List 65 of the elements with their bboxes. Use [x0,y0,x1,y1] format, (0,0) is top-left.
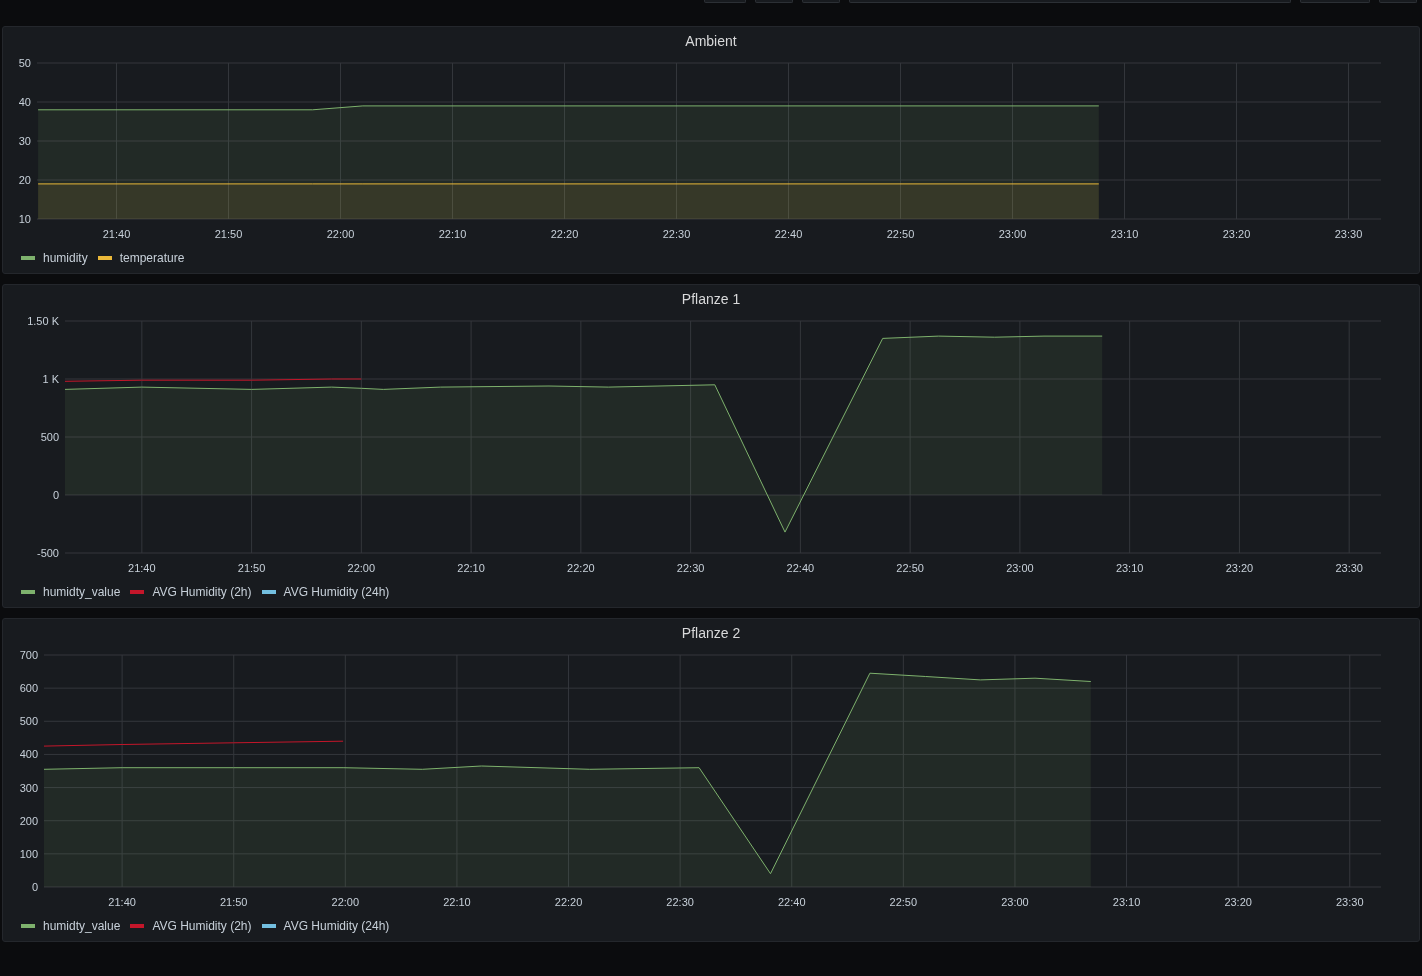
x-axis-label: 22:10 [438,228,467,240]
legend-item[interactable]: humidty_value [21,919,121,933]
legend-item[interactable]: AVG Humidity (24h) [261,585,390,599]
y-axis-label: 30 [18,135,31,147]
x-axis-label: 22:40 [786,562,815,574]
panel-title: Pflanze 1 [681,290,741,309]
legend-item[interactable]: humidty_value [21,585,121,599]
y-axis-label: 20 [18,174,31,186]
legend-item[interactable]: humidity [21,251,88,265]
y-axis-label: 40 [18,96,31,108]
legend-item[interactable]: AVG Humidity (24h) [261,919,390,933]
y-axis-label: 600 [19,682,38,695]
x-axis-label: 23:00 [998,228,1027,240]
x-axis-label: 22:30 [666,896,694,908]
x-axis-label: 21:50 [219,896,248,908]
y-axis-label: 10 [18,213,31,225]
panel-title: Ambient [685,32,737,51]
x-axis-label: 23:00 [1006,562,1034,574]
x-axis-label: 21:40 [102,228,131,240]
x-axis-label: 21:40 [128,562,156,574]
x-axis-label: 22:00 [331,896,360,908]
x-axis-label: 21:40 [108,896,136,908]
x-axis-label: 22:20 [554,896,583,908]
x-axis-label: 22:10 [443,896,471,908]
x-axis-label: 22:40 [777,896,806,908]
x-axis-label: 23:20 [1225,562,1254,574]
y-axis-label: 500 [40,431,59,443]
x-axis-label: 23:20 [1222,228,1251,240]
x-axis-label: 23:10 [1115,562,1144,574]
x-axis-label: 22:50 [886,228,915,240]
x-axis-label: 23:10 [1112,896,1141,908]
y-axis-label: 200 [19,814,38,827]
x-axis-label: 21:50 [237,562,266,574]
y-axis-label: 700 [19,649,38,661]
y-axis-label: 500 [19,715,38,728]
x-axis-label: 22:50 [896,562,924,574]
y-axis-label: 1.50 K [27,315,59,327]
legend-item[interactable]: AVG Humidity (2h) [130,919,252,933]
x-axis-label: 21:50 [214,228,243,240]
x-axis-label: 22:10 [457,562,485,574]
y-axis-label: 0 [52,489,59,501]
x-axis-label: 22:40 [774,228,803,240]
y-axis-label: 400 [19,748,38,761]
x-axis-label: 22:50 [889,896,918,908]
x-axis-label: 23:30 [1336,896,1364,908]
x-axis-label: 22:20 [550,228,579,240]
y-axis-label: -500 [36,547,59,559]
y-axis-label: 1 K [42,373,59,385]
x-axis-label: 22:20 [567,562,595,574]
x-axis-label: 23:20 [1224,896,1252,908]
y-axis-label: 100 [19,847,38,860]
x-axis-label: 23:30 [1334,228,1363,240]
x-axis-label: 22:00 [326,228,355,240]
x-axis-label: 22:30 [662,228,691,240]
panel-title: Pflanze 2 [681,624,741,643]
x-axis-label: 22:00 [347,562,376,574]
x-axis-label: 22:30 [676,562,705,574]
y-axis-label: 0 [31,881,38,893]
y-axis-label: 300 [19,781,38,794]
legend-item[interactable]: temperature [97,251,185,265]
x-axis-label: 23:10 [1110,228,1139,240]
legend-item[interactable]: AVG Humidity (2h) [130,585,252,599]
x-axis-label: 23:30 [1335,562,1363,574]
x-axis-label: 23:00 [1001,896,1029,908]
y-axis-label: 50 [18,57,31,69]
